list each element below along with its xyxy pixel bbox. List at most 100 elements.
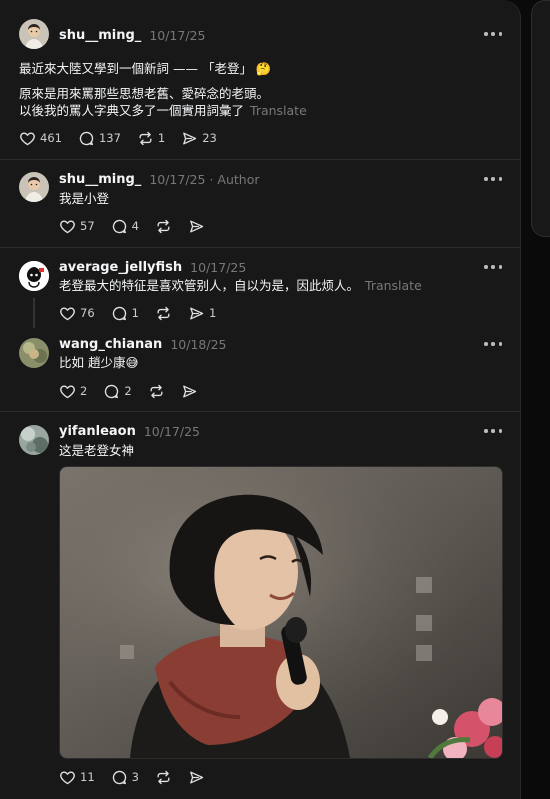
username[interactable]: wang_chianan xyxy=(59,337,162,352)
heart-icon xyxy=(59,305,76,322)
timestamp[interactable]: 10/18/25 xyxy=(170,337,226,352)
username[interactable]: yifanleaon xyxy=(59,424,136,439)
heart-icon xyxy=(19,130,36,147)
post-text: 比如 趙少康😅 xyxy=(59,355,139,370)
post-text: 这是老登女神 xyxy=(59,443,135,458)
post-image[interactable] xyxy=(59,466,503,759)
post-text: 我是小登 xyxy=(59,191,110,206)
reply-count: 3 xyxy=(131,770,139,784)
more-horizontal-icon[interactable] xyxy=(484,264,502,270)
heart-icon xyxy=(59,218,76,235)
comment-icon xyxy=(111,305,128,322)
post-header: wang_chianan 10/18/25 xyxy=(59,334,226,354)
divider xyxy=(0,247,520,248)
post-text: 老登最大的特征是喜欢管别人，自以为是，因此烦人。 Translate xyxy=(59,277,422,294)
comment-icon xyxy=(111,769,128,786)
repost-icon xyxy=(137,130,154,147)
reply-button[interactable]: 4 xyxy=(111,218,139,235)
avatar-shu-ming[interactable] xyxy=(19,172,49,202)
avatar-average-jellyfish[interactable] xyxy=(19,261,49,291)
like-button[interactable]: 76 xyxy=(59,305,95,322)
like-button[interactable]: 11 xyxy=(59,769,95,786)
post-text-line: 最近來大陸又學到一個新詞 —— 「老登」 🤔 xyxy=(19,61,272,76)
like-count: 11 xyxy=(80,770,95,784)
repost-button[interactable]: 1 xyxy=(137,130,165,147)
post-actions: 76 1 1 xyxy=(59,304,232,322)
thread-connector xyxy=(33,298,35,328)
like-count: 2 xyxy=(80,384,88,398)
translate-link[interactable]: Translate xyxy=(250,103,307,118)
repost-icon xyxy=(155,218,172,235)
post-actions: 461 137 1 23 xyxy=(19,129,233,147)
post-header: shu__ming_ 10/17/25 · Author xyxy=(59,169,259,189)
like-count: 461 xyxy=(40,131,62,145)
reply-button[interactable]: 137 xyxy=(78,130,121,147)
repost-button[interactable] xyxy=(155,218,172,235)
more-horizontal-icon[interactable] xyxy=(484,31,502,37)
share-count: 1 xyxy=(208,306,217,320)
repost-icon xyxy=(155,769,172,786)
avatar-shu-ming[interactable] xyxy=(19,19,49,49)
post-header: shu__ming_ 10/17/25 xyxy=(59,25,205,45)
more-horizontal-icon[interactable] xyxy=(484,341,502,347)
timestamp[interactable]: 10/17/25 xyxy=(190,260,246,275)
share-button[interactable]: 23 xyxy=(181,130,217,147)
send-icon xyxy=(188,305,205,322)
author-tag: · Author xyxy=(209,171,260,187)
repost-button[interactable] xyxy=(155,769,172,786)
reply-count: 4 xyxy=(131,219,139,233)
post-text-content: 以後我的罵人字典又多了一個實用詞彙了 xyxy=(19,103,245,118)
reply-count: 137 xyxy=(98,131,121,145)
share-button[interactable] xyxy=(188,769,205,786)
reply-count: 2 xyxy=(124,384,132,398)
share-button[interactable] xyxy=(188,218,205,235)
timestamp[interactable]: 10/17/25 xyxy=(149,28,205,43)
post-actions: 2 2 xyxy=(59,382,214,400)
send-icon xyxy=(188,769,205,786)
side-panel xyxy=(531,0,550,237)
like-button[interactable]: 2 xyxy=(59,383,87,400)
like-count: 76 xyxy=(80,306,95,320)
repost-icon xyxy=(148,383,165,400)
send-icon xyxy=(181,383,198,400)
heart-icon xyxy=(59,383,76,400)
repost-count: 1 xyxy=(157,131,166,145)
like-button[interactable]: 461 xyxy=(19,130,62,147)
post-text-line: 以後我的罵人字典又多了一個實用詞彙了 Translate xyxy=(19,102,307,119)
avatar-yifanleaon[interactable] xyxy=(19,425,49,455)
post-text-content: 老登最大的特征是喜欢管别人，自以为是，因此烦人。 xyxy=(59,278,360,293)
reply-count: 1 xyxy=(131,306,139,320)
username[interactable]: shu__ming_ xyxy=(59,28,141,43)
send-icon xyxy=(188,218,205,235)
divider xyxy=(0,411,520,412)
repost-button[interactable] xyxy=(148,383,165,400)
post-header: yifanleaon 10/17/25 xyxy=(59,421,200,441)
comment-icon xyxy=(78,130,95,147)
repost-icon xyxy=(155,305,172,322)
share-button[interactable] xyxy=(181,383,198,400)
reply-button[interactable]: 2 xyxy=(103,383,132,400)
post-text-line: 原來是用來罵那些思想老舊、愛碎念的老頭。 xyxy=(19,86,270,101)
divider xyxy=(0,159,520,160)
reply-button[interactable]: 3 xyxy=(111,769,139,786)
repost-button[interactable] xyxy=(155,305,172,322)
more-horizontal-icon[interactable] xyxy=(484,428,502,434)
reply-button[interactable]: 1 xyxy=(111,305,139,322)
heart-icon xyxy=(59,769,76,786)
username[interactable]: average_jellyfish xyxy=(59,260,182,275)
like-button[interactable]: 57 xyxy=(59,218,95,235)
share-button[interactable]: 1 xyxy=(188,305,216,322)
avatar-wang-chianan[interactable] xyxy=(19,338,49,368)
comment-icon xyxy=(103,383,120,400)
username[interactable]: shu__ming_ xyxy=(59,172,141,187)
like-count: 57 xyxy=(80,219,95,233)
timestamp[interactable]: 10/17/25 xyxy=(149,172,205,187)
timestamp[interactable]: 10/17/25 xyxy=(144,424,200,439)
thread-panel: shu__ming_ 10/17/25 最近來大陸又學到一個新詞 —— 「老登」… xyxy=(0,0,521,799)
more-horizontal-icon[interactable] xyxy=(484,176,502,182)
translate-link[interactable]: Translate xyxy=(365,278,422,293)
post-actions: 57 4 xyxy=(59,217,221,235)
share-count: 23 xyxy=(202,131,217,145)
post-header: average_jellyfish 10/17/25 xyxy=(59,257,246,277)
post-actions: 11 3 xyxy=(59,768,221,786)
